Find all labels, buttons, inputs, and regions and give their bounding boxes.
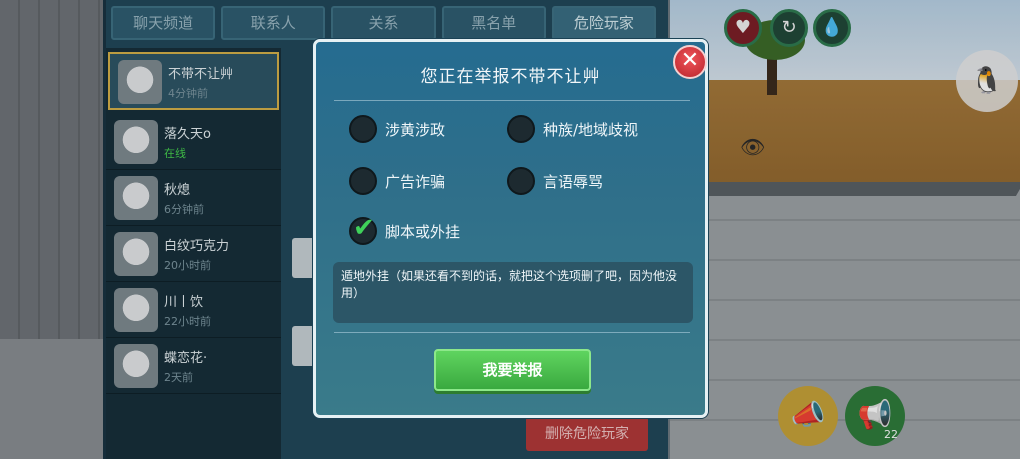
submit-report-button[interactable]: 我要举报 — [434, 349, 591, 391]
option-cheat-script[interactable]: ✔ 脚本或外挂 — [349, 213, 461, 246]
dialog-title: 您正在举报不带不让艸 — [420, 67, 601, 87]
option-ad-scam[interactable]: 广告诈骗 — [349, 166, 445, 196]
radio-button[interactable]: ✔ — [349, 213, 377, 245]
report-reason-input[interactable]: 遁地外挂（如果还看不到的话，就把这个选项删了吧，因为他没用） — [333, 262, 693, 323]
checkmark-icon: ✔ — [353, 213, 375, 243]
radio-button[interactable] — [349, 167, 377, 195]
radio-button[interactable] — [349, 115, 377, 143]
divider — [334, 332, 690, 333]
divider — [334, 100, 690, 101]
close-icon[interactable]: ✕ — [673, 45, 707, 79]
option-verbal-abuse[interactable]: 言语辱骂 — [507, 166, 603, 196]
option-label: 言语辱骂 — [543, 172, 604, 191]
option-racial-discrimination[interactable]: 种族/地域歧视 — [507, 114, 638, 144]
option-label: 广告诈骗 — [385, 172, 446, 191]
report-dialog: 您正在举报不带不让艸 ✕ 涉黄涉政 种族/地域歧视 广告诈骗 言语辱骂 ✔ 脚本… — [313, 39, 708, 418]
option-label: 种族/地域歧视 — [543, 120, 639, 139]
option-label: 脚本或外挂 — [385, 222, 461, 241]
option-porn-politics[interactable]: 涉黄涉政 — [349, 114, 445, 144]
radio-button[interactable] — [507, 167, 535, 195]
radio-button[interactable] — [507, 115, 535, 143]
option-label: 涉黄涉政 — [385, 120, 446, 139]
